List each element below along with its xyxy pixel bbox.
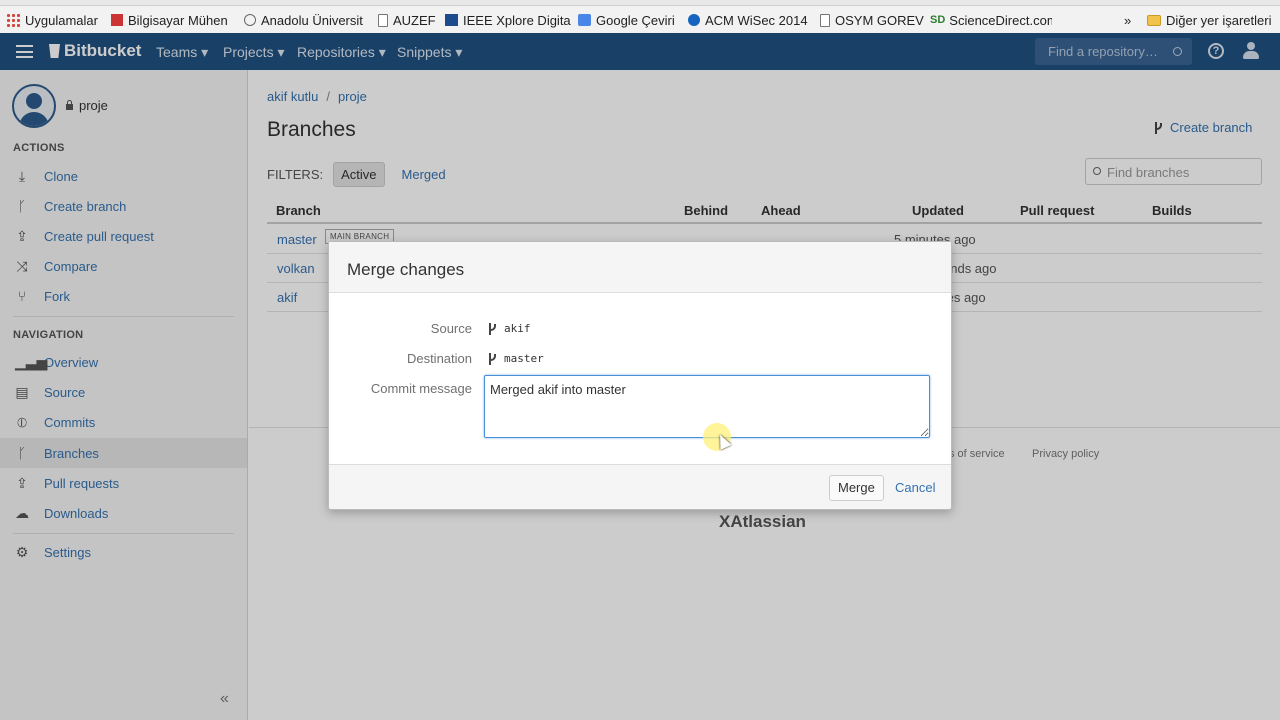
overflow-icon: » (1124, 12, 1132, 28)
sciencedirect-icon: SD (930, 14, 946, 26)
url-bar-remnant (0, 0, 1280, 6)
source-label: Source (430, 321, 472, 336)
folder-icon (1147, 14, 1161, 26)
dialog-title: Merge changes (347, 260, 465, 279)
dialog-footer: Merge Cancel (329, 464, 951, 509)
bookmark-apps[interactable]: Uygulamalar (6, 11, 98, 29)
ieee-icon (445, 14, 458, 26)
bookmarks-overflow[interactable]: » (1124, 11, 1131, 29)
page-icon (378, 13, 388, 27)
bookmark-acm[interactable]: ACM WiSec 2014 (688, 11, 808, 29)
bookmark-google-translate[interactable]: Google Çeviri (578, 11, 675, 29)
bookmark-ieee[interactable]: IEEE Xplore Digita (445, 11, 571, 29)
bookmark-auzef[interactable]: AUZEF (378, 11, 436, 29)
commit-message-label: Commit message (370, 381, 472, 396)
bookmark-osym[interactable]: OSYM GOREV (820, 11, 924, 29)
bookmark-sciencedirect[interactable]: SD ScienceDirect.com (930, 11, 1052, 29)
branch-icon (487, 352, 498, 365)
bookmark-bilgisayar[interactable]: Bilgisayar Mühen (111, 11, 228, 29)
merge-dialog: Merge changes Source akif Destination ma… (328, 241, 952, 510)
merge-button[interactable]: Merge (829, 475, 884, 501)
university-icon (111, 14, 123, 26)
bookmark-other[interactable]: Diğer yer işaretleri (1147, 11, 1271, 29)
apps-grid-icon (6, 13, 20, 27)
destination-value: master (487, 352, 544, 365)
branch-icon (487, 322, 498, 335)
bookmark-anadolu[interactable]: Anadolu Üniversit (244, 11, 363, 29)
dialog-header: Merge changes (329, 242, 951, 293)
google-translate-icon (578, 14, 591, 26)
source-value: akif (487, 322, 531, 335)
anadolu-icon (244, 14, 256, 26)
cancel-link[interactable]: Cancel (895, 480, 935, 495)
destination-label: Destination (406, 351, 472, 366)
page-icon (820, 13, 830, 27)
acm-icon (688, 14, 700, 26)
